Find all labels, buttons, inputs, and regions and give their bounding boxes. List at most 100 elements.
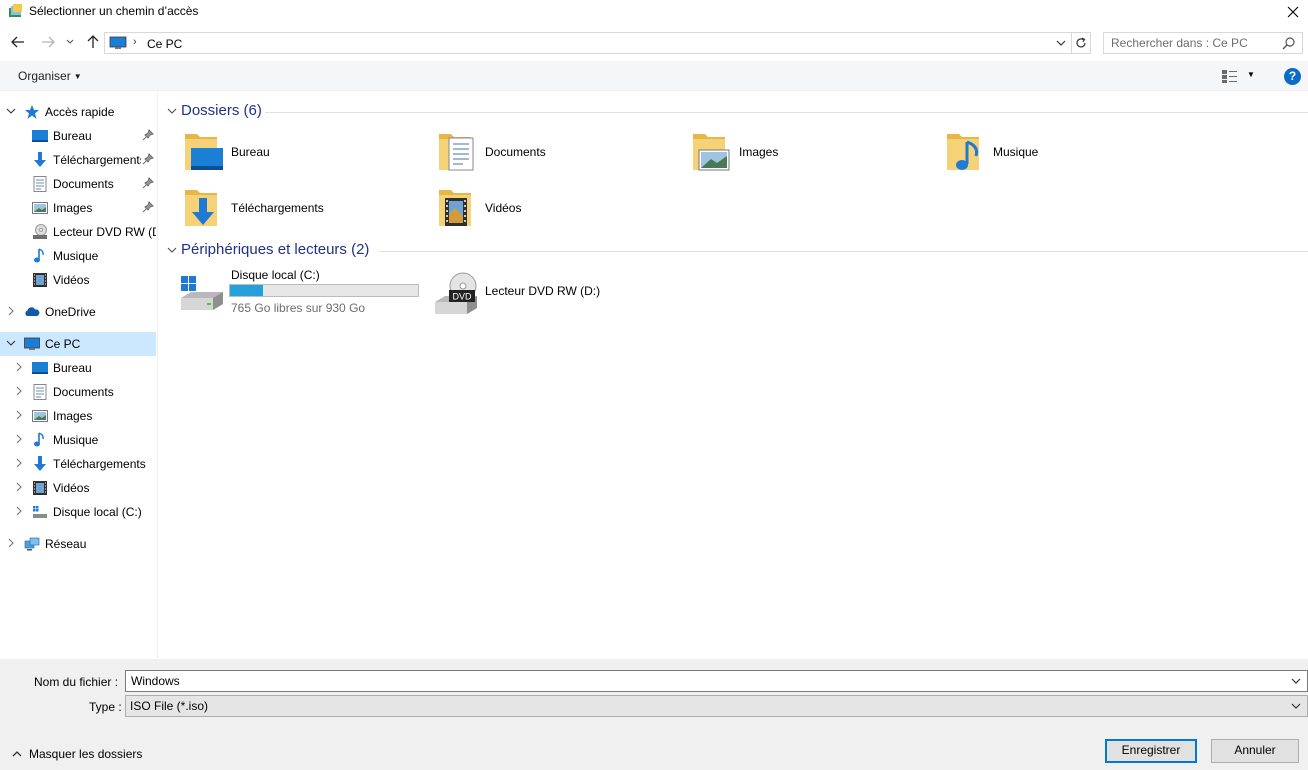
nav-label: Bureau bbox=[53, 129, 92, 143]
drive-icon bbox=[33, 506, 47, 518]
file-dialog-footer: Nom du fichier : Windows Type : ISO File… bbox=[0, 659, 1308, 770]
chevron-right-icon[interactable] bbox=[14, 362, 24, 372]
folder-label: Bureau bbox=[231, 145, 270, 159]
folder-tile-musique[interactable]: Musique bbox=[939, 128, 1189, 178]
chevron-down-icon bbox=[66, 39, 74, 44]
up-button[interactable] bbox=[85, 34, 101, 50]
drive-free-space: 765 Go libres sur 930 Go bbox=[231, 301, 366, 315]
videos-icon bbox=[33, 481, 47, 495]
chevron-down-icon[interactable] bbox=[1291, 677, 1301, 685]
music-icon bbox=[34, 432, 44, 447]
search-box[interactable] bbox=[1103, 32, 1303, 54]
chevron-right-icon[interactable] bbox=[6, 538, 16, 548]
recent-locations-button[interactable] bbox=[64, 34, 76, 50]
folder-tile-images[interactable]: Images bbox=[685, 128, 935, 178]
cancel-button[interactable]: Annuler bbox=[1211, 739, 1299, 763]
dvd-drive-icon: DVD bbox=[435, 272, 477, 314]
save-button[interactable]: Enregistrer bbox=[1105, 739, 1197, 763]
command-toolbar: Organiser ▼ ▼ ? bbox=[0, 61, 1308, 91]
downloads-folder-icon bbox=[185, 190, 217, 226]
nav-pc-images[interactable]: Images bbox=[0, 404, 156, 428]
pictures-icon bbox=[32, 202, 48, 214]
chevron-right-icon[interactable] bbox=[14, 410, 24, 420]
nav-pc-videos[interactable]: Vidéos bbox=[0, 476, 156, 500]
pin-icon[interactable] bbox=[142, 177, 154, 189]
documents-icon bbox=[33, 384, 47, 400]
breadcrumb-this-pc[interactable]: Ce PC bbox=[147, 37, 182, 51]
nav-label: Images bbox=[53, 201, 93, 215]
close-button[interactable] bbox=[1278, 0, 1308, 24]
filetype-label: Type : bbox=[89, 700, 122, 714]
help-button[interactable]: ? bbox=[1284, 68, 1301, 85]
nav-pc-bureau[interactable]: Bureau bbox=[0, 356, 156, 380]
filename-field[interactable]: Windows bbox=[125, 670, 1308, 692]
chevron-up-icon bbox=[12, 751, 22, 757]
group-header-folders[interactable]: Dossiers (6) bbox=[167, 102, 1308, 122]
nav-quick-bureau[interactable]: Bureau bbox=[0, 124, 156, 148]
view-options-icon[interactable] bbox=[1221, 68, 1239, 84]
folder-tile-videos[interactable]: Vidéos bbox=[431, 184, 681, 234]
folder-tile-bureau[interactable]: Bureau bbox=[177, 128, 427, 178]
hide-folders-toggle[interactable]: Masquer les dossiers bbox=[12, 747, 142, 761]
drive-tile-local-disk[interactable]: Disque local (C:) 765 Go libres sur 930 … bbox=[179, 268, 429, 320]
pictures-icon bbox=[32, 410, 48, 422]
folder-tile-documents[interactable]: Documents bbox=[431, 128, 681, 178]
chevron-down-icon[interactable] bbox=[167, 245, 177, 255]
forward-button[interactable] bbox=[40, 34, 56, 50]
chevron-right-icon[interactable] bbox=[14, 458, 24, 468]
group-title: Dossiers (6) bbox=[181, 102, 262, 119]
chevron-down-icon[interactable] bbox=[167, 106, 177, 116]
nav-label: Vidéos bbox=[53, 273, 90, 287]
chevron-right-icon[interactable] bbox=[14, 506, 24, 516]
chevron-right-icon[interactable] bbox=[14, 482, 24, 492]
nav-network[interactable]: Réseau bbox=[0, 532, 156, 556]
search-input[interactable] bbox=[1104, 33, 1274, 53]
nav-label: Disque local (C:) bbox=[53, 505, 142, 519]
filetype-select[interactable]: ISO File (*.iso) bbox=[125, 695, 1308, 717]
organize-label: Organiser bbox=[18, 69, 71, 83]
desktop-icon bbox=[32, 130, 48, 142]
nav-label: Réseau bbox=[45, 537, 87, 551]
pin-icon[interactable] bbox=[142, 153, 154, 165]
nav-pc-downloads[interactable]: Téléchargements bbox=[0, 452, 156, 476]
window-title: Sélectionner un chemin d’accès bbox=[29, 4, 199, 18]
folder-tile-telechargements[interactable]: Téléchargements bbox=[177, 184, 427, 234]
nav-quick-images[interactable]: Images bbox=[0, 196, 156, 220]
nav-pc-documents[interactable]: Documents bbox=[0, 380, 156, 404]
chevron-right-icon[interactable] bbox=[6, 306, 16, 316]
refresh-button[interactable] bbox=[1071, 32, 1091, 54]
nav-quick-videos[interactable]: Vidéos bbox=[0, 268, 156, 292]
filetype-value: ISO File (*.iso) bbox=[130, 699, 209, 713]
chevron-right-icon[interactable] bbox=[14, 386, 24, 396]
filename-value[interactable]: Windows bbox=[131, 674, 180, 688]
back-button[interactable] bbox=[10, 34, 26, 50]
chevron-down-icon[interactable] bbox=[1291, 702, 1301, 710]
nav-label: Ce PC bbox=[45, 337, 81, 351]
desktop-icon bbox=[32, 362, 48, 374]
nav-quick-downloads[interactable]: Téléchargements bbox=[0, 148, 156, 172]
pin-icon[interactable] bbox=[142, 129, 154, 141]
chevron-down-icon[interactable] bbox=[6, 106, 16, 116]
hide-folders-label: Masquer les dossiers bbox=[29, 747, 143, 761]
nav-quick-music[interactable]: Musique bbox=[0, 244, 156, 268]
view-options-caret-icon[interactable]: ▼ bbox=[1247, 70, 1255, 79]
nav-quick-dvd[interactable]: Lecteur DVD RW (D: bbox=[0, 220, 156, 244]
address-bar[interactable]: › Ce PC bbox=[104, 32, 1072, 54]
nav-onedrive[interactable]: OneDrive bbox=[0, 300, 156, 324]
address-dropdown-icon[interactable] bbox=[1055, 37, 1067, 49]
nav-pc-local-disk[interactable]: Disque local (C:) bbox=[0, 500, 156, 524]
nav-quick-documents[interactable]: Documents bbox=[0, 172, 156, 196]
nav-this-pc[interactable]: Ce PC bbox=[0, 332, 156, 356]
nav-label: Documents bbox=[53, 177, 114, 191]
pin-icon[interactable] bbox=[142, 201, 154, 213]
local-disk-icon bbox=[181, 276, 223, 310]
chevron-right-icon[interactable] bbox=[14, 434, 24, 444]
folder-label: Documents bbox=[485, 145, 546, 159]
group-header-devices[interactable]: Périphériques et lecteurs (2) bbox=[167, 241, 1308, 261]
organize-button[interactable]: Organiser ▼ bbox=[18, 69, 82, 83]
chevron-down-icon[interactable] bbox=[6, 338, 16, 348]
search-icon[interactable] bbox=[1282, 36, 1296, 50]
drive-tile-dvd[interactable]: DVD Lecteur DVD RW (D:) bbox=[433, 268, 653, 320]
nav-pc-music[interactable]: Musique bbox=[0, 428, 156, 452]
nav-quick-access[interactable]: Accès rapide bbox=[0, 100, 156, 124]
